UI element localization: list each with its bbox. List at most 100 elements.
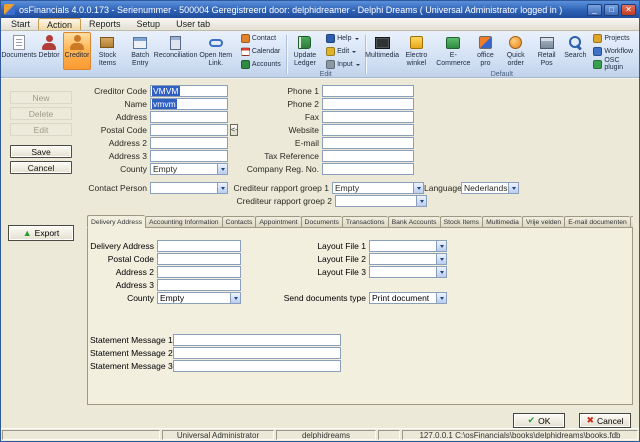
input-menu-button[interactable]: Input [324,58,362,70]
ribbon-group-main: Documents Debtor Creditor Stock Items Ba… [1,32,285,77]
stock-items-button[interactable]: Stock Items [91,32,124,70]
cancel-button[interactable]: ✖ Cancel [579,413,631,428]
postal-code-label: Postal Code [100,125,147,135]
delivery-postal-code-input[interactable] [157,253,241,265]
menu-user-tab[interactable]: User tab [168,18,218,30]
retail-pos-button[interactable]: Retail Pos [532,32,561,70]
update-ledger-button[interactable]: Update Ledger [288,32,322,70]
address-input[interactable] [150,111,228,123]
documents-button[interactable]: Documents [1,32,37,70]
county-label: County [120,164,147,174]
language-select[interactable]: Nederlands [461,182,519,194]
fax-label: Fax [304,112,319,122]
ok-button[interactable]: ✔ OK [513,413,565,428]
county-select[interactable]: Empty [150,163,228,175]
delivery-address2-input[interactable] [157,266,241,278]
help-menu-button[interactable]: Help [324,32,362,44]
export-arrow-icon: ▲ [22,227,32,238]
name-value: vmvm [152,99,177,109]
osc-plugin-button[interactable]: OSC plugin [591,57,635,71]
electro-winkel-button[interactable]: Electro winkel [398,32,436,70]
contact-person-label: Contact Person [88,183,147,193]
cash-register-icon [539,34,554,51]
ledger-icon [298,34,312,51]
new-button[interactable]: New [10,91,72,104]
chevron-down-icon [508,183,518,193]
multimedia-button[interactable]: Multimedia [365,32,399,70]
website-label: Website [288,125,319,135]
status-bar: Universal Administrator delphidreams 127… [1,428,639,441]
menu-reports[interactable]: Reports [81,18,129,30]
phone2-input[interactable] [322,98,414,110]
tab-delivery-address[interactable]: Delivery Address [87,215,145,228]
chevron-down-icon [217,183,227,193]
tax-reference-input[interactable] [322,150,414,162]
delete-button[interactable]: Delete [10,107,72,120]
layout-file2-select[interactable] [369,253,447,265]
projects-button[interactable]: Projects [591,32,635,44]
minimize-button[interactable]: _ [587,3,602,16]
fax-input[interactable] [322,111,414,123]
send-documents-type-select[interactable]: Print document [369,292,447,304]
e-commerce-button[interactable]: E-Commerce [435,32,471,70]
menu-action[interactable]: Action [38,18,82,30]
workflow-icon [593,46,603,56]
statement-message1-input[interactable] [173,334,341,346]
creditor-code-label: Creditor Code [94,86,147,96]
edit-menu-button[interactable]: Edit [324,45,362,57]
cancel-record-button[interactable]: Cancel [10,161,72,174]
chevron-down-icon [436,254,446,264]
maximize-button[interactable]: □ [604,3,619,16]
accounts-button[interactable]: Accounts [239,58,283,70]
debtor-button[interactable]: Debtor [35,32,63,70]
open-item-link-button[interactable]: Open Item Link. [195,32,237,70]
company-reg-no-input[interactable] [322,163,414,175]
statement-message3-input[interactable] [173,360,341,372]
office-pro-button[interactable]: office pro [471,32,499,70]
layout-file3-select[interactable] [369,266,447,278]
delivery-address3-input[interactable] [157,279,241,291]
email-input[interactable] [322,137,414,149]
status-book: delphidreams [276,430,376,440]
chevron-down-icon [436,293,446,303]
postal-code-input[interactable] [150,124,228,136]
delivery-county-select[interactable]: Empty [157,292,241,304]
edit-button[interactable]: Edit [10,123,72,136]
export-button[interactable]: ▲ Export [8,225,74,241]
layout-file1-select[interactable] [369,240,447,252]
contact-person-select[interactable] [150,182,228,194]
quick-order-button[interactable]: Quick order [499,32,532,70]
menu-setup[interactable]: Setup [129,18,169,30]
chevron-down-icon [354,38,359,42]
creditor-code-input[interactable]: VMVM [150,85,228,97]
chevron-down-icon [436,267,446,277]
statement-message2-input[interactable] [173,347,341,359]
chevron-down-icon [355,64,360,68]
ribbon-toolbar: Documents Debtor Creditor Stock Items Ba… [1,31,639,78]
status-empty-segment [378,430,400,440]
delivery-postal-code-label: Postal Code [107,254,154,264]
address3-input[interactable] [150,150,228,162]
debtor-person-icon [41,34,57,51]
phone1-label: Phone 1 [287,86,319,96]
batch-entry-button[interactable]: Batch Entry [124,32,157,70]
creditor-report-group2-select[interactable] [335,195,427,207]
delivery-address-input[interactable] [157,240,241,252]
address-label: Address [115,112,147,122]
reconciliation-button[interactable]: Reconciliation [154,32,197,70]
contact-button[interactable]: Contact [239,32,283,44]
website-input[interactable] [322,124,414,136]
close-button[interactable]: ✕ [621,3,636,16]
search-button[interactable]: Search [561,32,589,70]
address2-input[interactable] [150,137,228,149]
menu-start[interactable]: Start [3,18,38,30]
creditor-report-group1-select[interactable]: Empty [332,182,424,194]
delivery-address-label: Delivery Address [90,241,154,251]
ribbon-group-default-caption: Default [490,71,513,78]
save-button[interactable]: Save [10,145,72,158]
phone1-input[interactable] [322,85,414,97]
creditor-button[interactable]: Creditor [63,32,92,70]
workflow-button[interactable]: Workflow [591,45,635,57]
calendar-button[interactable]: Calendar [239,45,283,57]
name-input[interactable]: vmvm [150,98,228,110]
